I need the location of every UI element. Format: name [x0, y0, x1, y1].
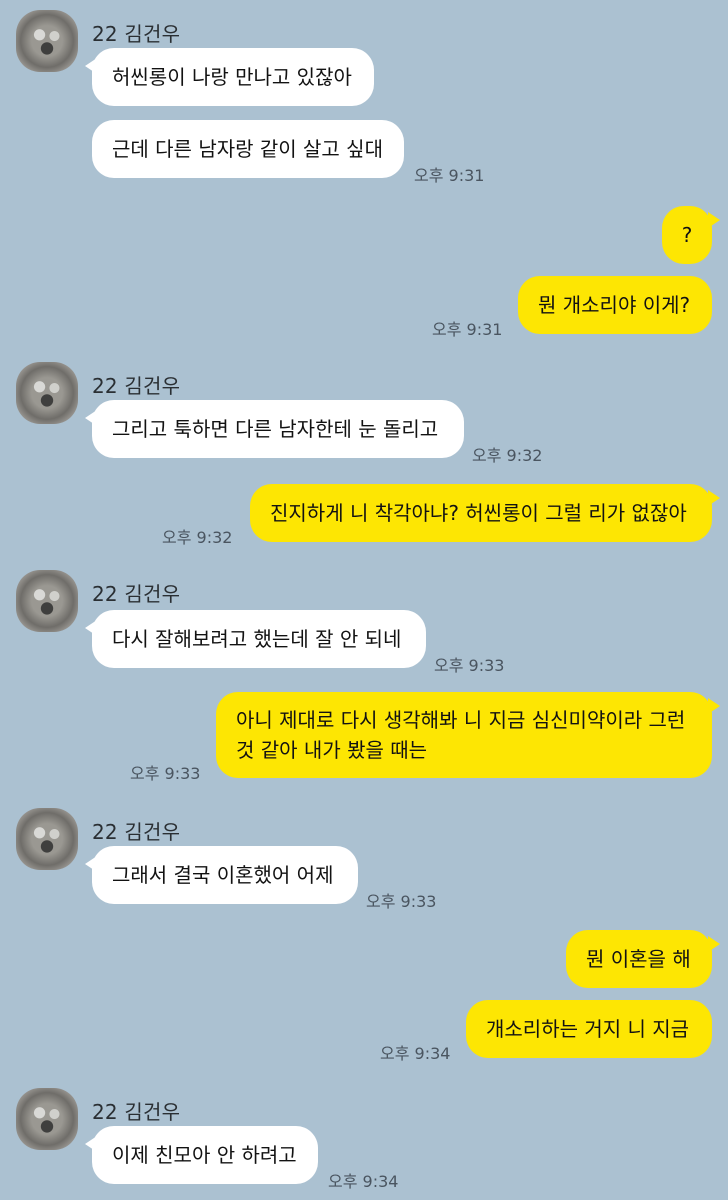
avatar[interactable] — [16, 1088, 78, 1150]
message-bubble-outgoing[interactable]: 아니 제대로 다시 생각해봐 니 지금 심신미약이라 그런 것 같아 내가 봤을… — [216, 692, 720, 778]
message-text-line: 것 같아 내가 봤을 때는 — [236, 738, 428, 762]
message-text-line: 아니 제대로 다시 생각해봐 니 지금 심신미약이라 그런 — [236, 708, 686, 732]
message-bubble-incoming[interactable]: 근데 다른 남자랑 같이 살고 싶대 — [92, 120, 404, 178]
message-bubble-incoming[interactable]: 그래서 결국 이혼했어 어제 — [85, 846, 358, 904]
message-timestamp: 오후 9:31 — [432, 320, 503, 339]
bubble-tail — [85, 620, 97, 636]
message-bubble-outgoing[interactable]: 진지하게 니 착각아냐? 허씬롱이 그럴 리가 없잖아 — [250, 484, 720, 542]
message-timestamp: 오후 9:33 — [366, 892, 437, 911]
message-text: 허씬롱이 나랑 만나고 있잖아 — [112, 65, 352, 89]
message-text: ? — [681, 223, 693, 247]
avatar[interactable] — [16, 570, 78, 632]
avatar[interactable] — [16, 10, 78, 72]
message-timestamp: 오후 9:33 — [434, 656, 505, 675]
message-text: 진지하게 니 착각아냐? 허씬롱이 그럴 리가 없잖아 — [270, 501, 687, 525]
sender-name: 22 김건우 — [92, 582, 181, 606]
message-bubble-incoming[interactable]: 다시 잘해보려고 했는데 잘 안 되네 — [85, 610, 426, 668]
bubble-tail — [708, 212, 720, 228]
bubble-tail — [708, 490, 720, 506]
bubble-tail — [85, 856, 97, 872]
message-timestamp: 오후 9:33 — [130, 764, 201, 783]
message-bubble-incoming[interactable]: 허씬롱이 나랑 만나고 있잖아 — [85, 48, 374, 106]
message-text: 그래서 결국 이혼했어 어제 — [112, 863, 334, 887]
sender-name: 22 김건우 — [92, 22, 181, 46]
sender-name: 22 김건우 — [92, 374, 181, 398]
bubble-tail — [85, 410, 97, 426]
sender-name: 22 김건우 — [92, 820, 181, 844]
message-timestamp: 오후 9:32 — [162, 528, 233, 547]
message-text: 뭔 이혼을 해 — [586, 947, 691, 971]
message-text: 개소리하는 거지 니 지금 — [486, 1017, 690, 1041]
avatar[interactable] — [16, 808, 78, 870]
message-text: 근데 다른 남자랑 같이 살고 싶대 — [112, 137, 383, 161]
message-text: 다시 잘해보려고 했는데 잘 안 되네 — [112, 627, 402, 651]
message-bubble-outgoing[interactable]: 뭔 개소리야 이게? — [518, 276, 712, 334]
message-bubble-outgoing[interactable]: ? — [662, 206, 720, 264]
sender-name: 22 김건우 — [92, 1100, 181, 1124]
message-timestamp: 오후 9:31 — [414, 166, 485, 185]
bubble-tail — [85, 58, 97, 74]
message-text: 이제 친모아 안 하려고 — [112, 1143, 297, 1167]
message-bubble-incoming[interactable]: 그리고 툭하면 다른 남자한테 눈 돌리고 — [85, 400, 464, 458]
bubble-tail — [708, 698, 720, 714]
bubble-tail — [708, 936, 720, 952]
message-timestamp: 오후 9:34 — [328, 1172, 399, 1191]
message-text: 그리고 툭하면 다른 남자한테 눈 돌리고 — [112, 417, 439, 441]
bubble-tail — [85, 1136, 97, 1152]
message-bubble-outgoing[interactable]: 개소리하는 거지 니 지금 — [466, 1000, 712, 1058]
message-text: 뭔 개소리야 이게? — [538, 293, 691, 317]
message-bubble-outgoing[interactable]: 뭔 이혼을 해 — [566, 930, 720, 988]
message-bubble-incoming[interactable]: 이제 친모아 안 하려고 — [85, 1126, 318, 1184]
avatar[interactable] — [16, 362, 78, 424]
message-timestamp: 오후 9:32 — [472, 446, 543, 465]
message-timestamp: 오후 9:34 — [380, 1044, 451, 1063]
